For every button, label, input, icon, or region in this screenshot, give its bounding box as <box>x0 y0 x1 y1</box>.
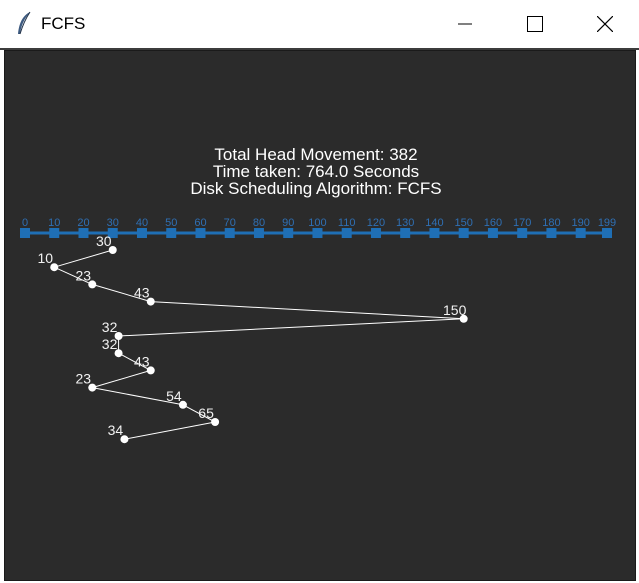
request-point-label: 32 <box>102 336 118 352</box>
axis-tick-label: 50 <box>165 217 177 229</box>
head-path-segment <box>118 318 464 337</box>
axis-tick-label: 10 <box>48 217 60 229</box>
axis-tick-label: 140 <box>425 217 443 229</box>
axis-tick-marker <box>78 228 89 238</box>
axis-tick-marker <box>341 228 352 238</box>
axis-tick-marker <box>602 228 612 238</box>
axis-tick-marker <box>166 228 177 238</box>
head-path-segment <box>54 249 113 268</box>
algorithm-name-text: Disk Scheduling Algorithm: FCFS <box>190 179 441 198</box>
axis-tick-label: 120 <box>367 217 385 229</box>
title-bar: FCFS <box>0 0 639 48</box>
axis-tick-marker <box>546 228 557 238</box>
minimize-button[interactable] <box>430 0 500 48</box>
head-path-segment <box>150 301 464 320</box>
axis-tick-label: 130 <box>396 217 414 229</box>
request-point-label: 23 <box>75 267 91 283</box>
axis-tick-marker <box>400 228 411 238</box>
plot-canvas: Total Head Movement: 382 Time taken: 764… <box>4 50 636 581</box>
minimize-icon <box>458 23 472 25</box>
request-point-label: 30 <box>96 233 112 249</box>
axis-tick-label: 20 <box>77 217 89 229</box>
axis-tick-marker <box>20 228 30 238</box>
request-point-label: 10 <box>37 250 53 266</box>
axis-tick-marker <box>312 228 323 238</box>
request-point-label: 43 <box>134 285 150 301</box>
axis-tick-label: 0 <box>22 217 28 229</box>
axis-tick-marker <box>49 228 60 238</box>
request-point-label: 150 <box>443 302 467 318</box>
axis-tick-label: 40 <box>136 217 148 229</box>
head-path: 30 10 23 43 150 3232 43 23 54 65 34 <box>37 233 468 444</box>
close-button[interactable] <box>570 0 639 48</box>
axis-tick-label: 170 <box>513 217 531 229</box>
maximize-button[interactable] <box>500 0 570 48</box>
summary-text: Total Head Movement: 382 Time taken: 764… <box>190 145 441 198</box>
axis-tick-marker <box>458 228 469 238</box>
axis-tick-label: 30 <box>107 217 119 229</box>
axis-tick-label: 160 <box>484 217 502 229</box>
axis-tick-marker <box>253 228 264 238</box>
disk-schedule-plot: Total Head Movement: 382 Time taken: 764… <box>20 145 616 444</box>
axis-tick-marker <box>575 228 586 238</box>
head-path-segment <box>92 369 151 389</box>
axis-tick-label: 190 <box>571 217 589 229</box>
request-point-label: 54 <box>166 388 182 404</box>
axis-tick-marker <box>136 228 147 238</box>
axis-tick-label: 199 <box>598 217 616 229</box>
axis-tick-label: 60 <box>194 217 206 229</box>
head-path-segment <box>124 421 216 440</box>
axis-tick-marker <box>429 228 440 238</box>
request-point-label: 43 <box>134 353 150 369</box>
request-point-label: 32 <box>102 319 118 335</box>
axis-tick-label: 180 <box>542 217 560 229</box>
window-title: FCFS <box>41 14 86 33</box>
axis-tick-marker <box>517 228 528 238</box>
axis-tick-marker <box>370 228 381 238</box>
axis-tick-label: 110 <box>338 217 356 229</box>
request-point-label: 34 <box>108 422 124 438</box>
request-point-label: 65 <box>198 405 214 421</box>
axis-tick-label: 100 <box>308 217 326 229</box>
axis-tick-marker <box>283 228 294 238</box>
axis-tick-label: 90 <box>282 217 294 229</box>
axis-tick-label: 150 <box>455 217 473 229</box>
axis-tick-marker <box>224 228 235 238</box>
axis-tick-label: 70 <box>224 217 236 229</box>
feather-icon <box>18 11 31 35</box>
axis-tick-marker <box>195 228 206 238</box>
maximize-icon <box>527 16 543 32</box>
axis-tick-marker <box>487 228 498 238</box>
close-icon <box>597 16 613 32</box>
axis-tick-label: 80 <box>253 217 265 229</box>
request-point-label: 23 <box>75 371 91 387</box>
